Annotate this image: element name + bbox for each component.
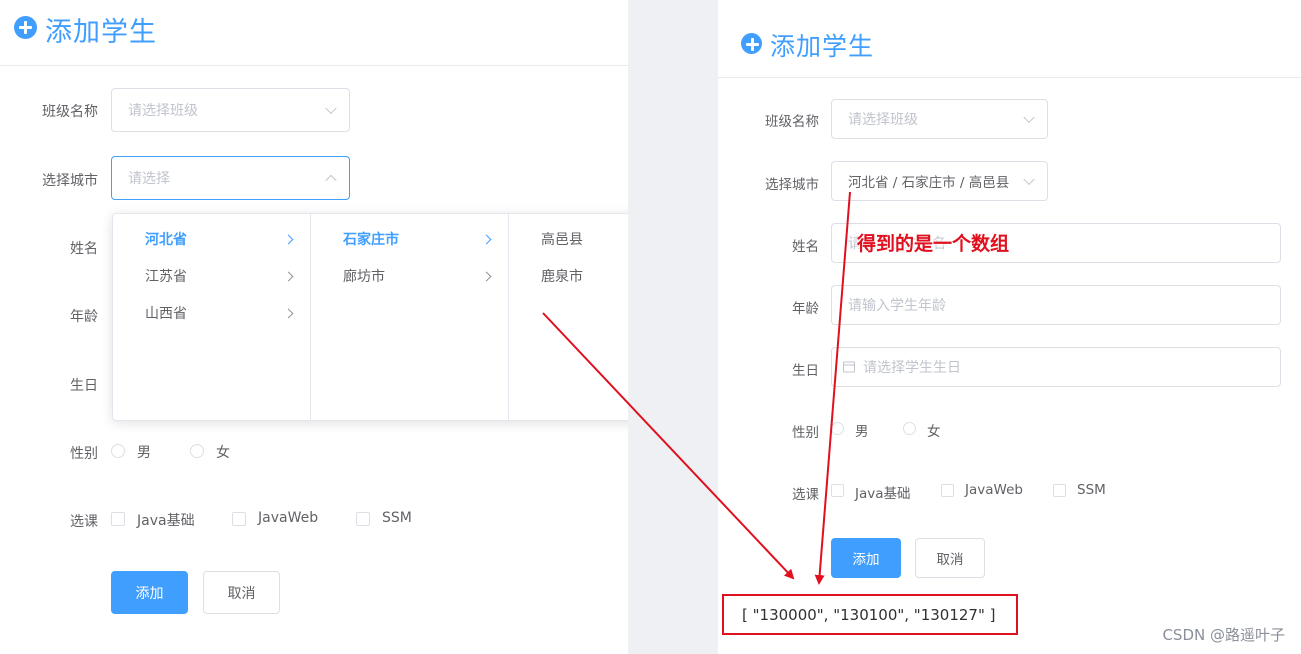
name-label: 姓名 bbox=[70, 241, 98, 257]
gender-option-male: 男 bbox=[137, 445, 151, 461]
birthday-date-picker[interactable]: 请选择学生生日 bbox=[831, 347, 1281, 387]
chevron-down-icon bbox=[1023, 111, 1035, 124]
gender-radio-female[interactable] bbox=[903, 422, 916, 435]
class-label: 班级名称 bbox=[42, 104, 98, 120]
course-checkbox-ssm[interactable] bbox=[356, 512, 370, 526]
annotation-note: 得到的是一个数组 bbox=[857, 233, 1010, 255]
birthday-label: 生日 bbox=[70, 378, 98, 394]
cascader-item-label: 高邑县 bbox=[541, 232, 583, 248]
course-checkbox-javaweb[interactable] bbox=[941, 484, 954, 497]
cancel-button[interactable]: 取消 bbox=[203, 571, 280, 614]
page-title: 添加学生 bbox=[770, 32, 875, 61]
cascader-item-province[interactable]: 江苏省 bbox=[113, 259, 310, 296]
age-input[interactable]: 请输入学生年龄 bbox=[831, 285, 1281, 325]
watermark: CSDN @路遥叶子 bbox=[1162, 626, 1285, 644]
name-label: 姓名 bbox=[792, 239, 819, 255]
course-label: 选课 bbox=[70, 514, 98, 530]
class-select[interactable]: 请选择班级 bbox=[111, 88, 350, 132]
chevron-down-icon bbox=[325, 102, 337, 115]
card-header: 添加学生 bbox=[0, 0, 628, 66]
cascader-province-column: 河北省 江苏省 山西省 bbox=[113, 214, 311, 420]
birthday-placeholder: 请选择学生生日 bbox=[863, 360, 961, 376]
class-label: 班级名称 bbox=[765, 114, 819, 130]
card-header: 添加学生 bbox=[718, 8, 1301, 78]
city-label: 选择城市 bbox=[42, 173, 98, 189]
age-input-placeholder: 请输入学生年龄 bbox=[848, 298, 946, 314]
city-cascader-value: 河北省 / 石家庄市 / 高邑县 bbox=[848, 175, 1010, 191]
gender-option-male: 男 bbox=[855, 424, 869, 440]
cascader-item-label: 廊坊市 bbox=[343, 269, 385, 285]
chevron-right-icon bbox=[283, 271, 294, 282]
calendar-icon bbox=[843, 361, 855, 373]
gender-label: 性别 bbox=[792, 425, 819, 441]
gender-radio-male[interactable] bbox=[111, 444, 125, 458]
chevron-right-icon bbox=[481, 234, 492, 245]
course-option-ssm: SSM bbox=[382, 510, 412, 526]
cascader-item-county[interactable]: 高邑县 bbox=[509, 222, 628, 259]
course-option-javaweb: JavaWeb bbox=[258, 510, 319, 526]
plus-circle-icon bbox=[14, 16, 37, 39]
cascader-item-province[interactable]: 山西省 bbox=[113, 296, 310, 333]
left-form-panel: 添加学生 班级名称 请选择班级 选择城市 请选择 姓名 年龄 生日 性别 男 女… bbox=[0, 0, 628, 654]
gender-radio-female[interactable] bbox=[190, 444, 204, 458]
class-select-placeholder: 请选择班级 bbox=[128, 103, 198, 119]
cascader-item-label: 石家庄市 bbox=[343, 232, 399, 248]
age-label: 年龄 bbox=[792, 301, 819, 317]
cascader-city-column: 石家庄市 廊坊市 bbox=[311, 214, 509, 420]
class-select-placeholder: 请选择班级 bbox=[848, 112, 918, 128]
city-cascader-dropdown: 河北省 江苏省 山西省 石家庄市 廊坊市 高邑县 鹿泉市 bbox=[112, 213, 628, 421]
result-array-text: [ "130000", "130100", "130127" ] bbox=[742, 605, 996, 624]
gender-option-female: 女 bbox=[927, 424, 941, 440]
result-array-box: [ "130000", "130100", "130127" ] bbox=[722, 594, 1018, 635]
city-label: 选择城市 bbox=[765, 177, 819, 193]
cascader-item-label: 鹿泉市 bbox=[541, 269, 583, 285]
gender-option-female: 女 bbox=[216, 445, 230, 461]
city-cascader-placeholder: 请选择 bbox=[128, 171, 170, 187]
add-button[interactable]: 添加 bbox=[111, 571, 188, 614]
class-select[interactable]: 请选择班级 bbox=[831, 99, 1048, 139]
cascader-item-province[interactable]: 河北省 bbox=[113, 222, 310, 259]
age-label: 年龄 bbox=[70, 309, 98, 325]
chevron-up-icon bbox=[325, 174, 337, 187]
cascader-item-city[interactable]: 廊坊市 bbox=[311, 259, 508, 296]
city-cascader-input[interactable]: 请选择 bbox=[111, 156, 350, 200]
course-checkbox-ssm[interactable] bbox=[1053, 484, 1066, 497]
birthday-label: 生日 bbox=[792, 363, 819, 379]
cascader-item-county[interactable]: 鹿泉市 bbox=[509, 259, 628, 296]
course-checkbox-java[interactable] bbox=[831, 484, 844, 497]
chevron-right-icon bbox=[481, 271, 492, 282]
cascader-county-column: 高邑县 鹿泉市 bbox=[509, 214, 628, 420]
course-checkbox-java[interactable] bbox=[111, 512, 125, 526]
cascader-item-city[interactable]: 石家庄市 bbox=[311, 222, 508, 259]
chevron-down-icon bbox=[1023, 173, 1035, 186]
course-option-java: Java基础 bbox=[855, 486, 911, 502]
cascader-item-label: 山西省 bbox=[145, 306, 187, 322]
chevron-right-icon bbox=[283, 234, 294, 245]
cascader-item-label: 河北省 bbox=[145, 232, 187, 248]
course-option-java: Java基础 bbox=[137, 513, 195, 529]
cancel-button[interactable]: 取消 bbox=[915, 538, 985, 578]
city-cascader-input[interactable]: 河北省 / 石家庄市 / 高邑县 bbox=[831, 161, 1048, 201]
cascader-item-label: 江苏省 bbox=[145, 269, 187, 285]
gender-label: 性别 bbox=[70, 446, 98, 462]
chevron-right-icon bbox=[283, 308, 294, 319]
right-form-panel: 添加学生 班级名称 请选择班级 选择城市 河北省 / 石家庄市 / 高邑县 姓名… bbox=[718, 8, 1301, 654]
course-label: 选课 bbox=[792, 487, 819, 503]
course-option-javaweb: JavaWeb bbox=[965, 482, 1023, 498]
course-checkbox-javaweb[interactable] bbox=[232, 512, 246, 526]
screenshot-divider bbox=[628, 0, 718, 654]
add-button[interactable]: 添加 bbox=[831, 538, 901, 578]
gender-radio-male[interactable] bbox=[831, 422, 844, 435]
page-title: 添加学生 bbox=[45, 17, 157, 48]
plus-circle-icon bbox=[741, 33, 762, 54]
course-option-ssm: SSM bbox=[1077, 482, 1106, 498]
